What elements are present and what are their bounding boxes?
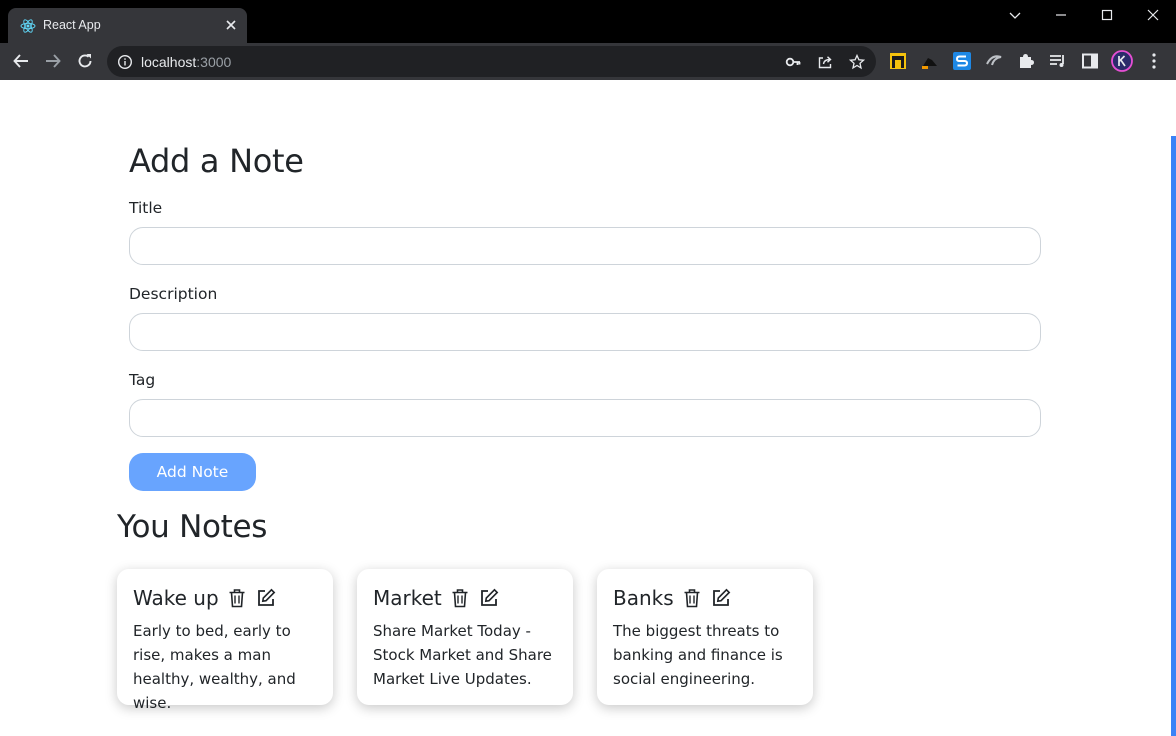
- title-label: Title: [129, 199, 163, 217]
- share-icon[interactable]: [816, 53, 834, 71]
- reload-icon[interactable]: [73, 49, 97, 73]
- note-description: Share Market Today - Stock Market and Sh…: [373, 622, 552, 688]
- notes-heading: You Notes: [117, 509, 268, 545]
- note-description: Early to bed, early to rise, makes a man…: [133, 622, 296, 712]
- browser-tab[interactable]: React App: [8, 8, 247, 43]
- description-input[interactable]: [129, 313, 1041, 351]
- extension-s-icon[interactable]: [952, 51, 972, 71]
- add-note-button[interactable]: Add Note: [129, 453, 256, 491]
- note-title: Market: [373, 586, 442, 610]
- edit-icon[interactable]: [478, 587, 500, 609]
- url-text: localhost:3000: [141, 54, 231, 70]
- browser-toolbar: localhost:3000: [0, 43, 1176, 80]
- note-description: The biggest threats to banking and finan…: [613, 622, 783, 688]
- tab-search-chevron-down-icon[interactable]: [992, 0, 1038, 30]
- info-icon[interactable]: [116, 53, 134, 71]
- maximize-icon[interactable]: [1084, 0, 1130, 30]
- trash-icon[interactable]: [681, 587, 703, 609]
- forward-arrow-icon[interactable]: [41, 49, 65, 73]
- note-title: Wake up: [133, 586, 219, 610]
- side-panel-icon[interactable]: [1080, 51, 1100, 71]
- url-host: localhost: [141, 54, 197, 70]
- note-card: Wake up Early to bed, early to rise, mak…: [117, 569, 333, 712]
- description-label: Description: [129, 285, 218, 303]
- reading-list-icon[interactable]: [1048, 51, 1068, 71]
- react-icon: [20, 18, 36, 34]
- trash-icon[interactable]: [449, 587, 471, 609]
- menu-dots-icon[interactable]: [1144, 51, 1164, 71]
- note-header: Wake up: [133, 585, 317, 611]
- note-title: Banks: [613, 586, 674, 610]
- tab-title: React App: [43, 18, 101, 32]
- trash-icon[interactable]: [226, 587, 248, 609]
- tag-label: Tag: [129, 371, 156, 389]
- scroll-edge: [1171, 136, 1176, 736]
- star-icon[interactable]: [848, 53, 866, 71]
- note-header: Banks: [613, 585, 797, 611]
- note-header: Market: [373, 585, 557, 611]
- edit-icon[interactable]: [255, 587, 277, 609]
- edit-icon[interactable]: [710, 587, 732, 609]
- extension-hat-icon[interactable]: [920, 51, 940, 71]
- form-heading: Add a Note: [129, 142, 304, 180]
- close-icon[interactable]: [223, 17, 239, 33]
- minimize-icon[interactable]: [1038, 0, 1084, 30]
- extension-castle-icon[interactable]: [888, 51, 908, 71]
- key-icon[interactable]: [784, 53, 802, 71]
- url-port: :3000: [196, 54, 232, 70]
- note-card: Banks The biggest threats to banking and…: [597, 569, 813, 705]
- title-input[interactable]: [129, 227, 1041, 265]
- puzzle-icon[interactable]: [1016, 51, 1036, 71]
- profile-avatar[interactable]: [1111, 50, 1133, 72]
- note-card: Market Share Market Today - Stock Market…: [357, 569, 573, 705]
- extension-swirl-icon[interactable]: [984, 51, 1004, 71]
- back-arrow-icon[interactable]: [9, 49, 33, 73]
- address-bar[interactable]: localhost:3000: [107, 46, 876, 77]
- tab-strip: React App: [0, 0, 1176, 43]
- tag-input[interactable]: [129, 399, 1041, 437]
- page-viewport: Add a Note Title Description Tag Add Not…: [0, 80, 1176, 736]
- window-close-icon[interactable]: [1130, 0, 1176, 30]
